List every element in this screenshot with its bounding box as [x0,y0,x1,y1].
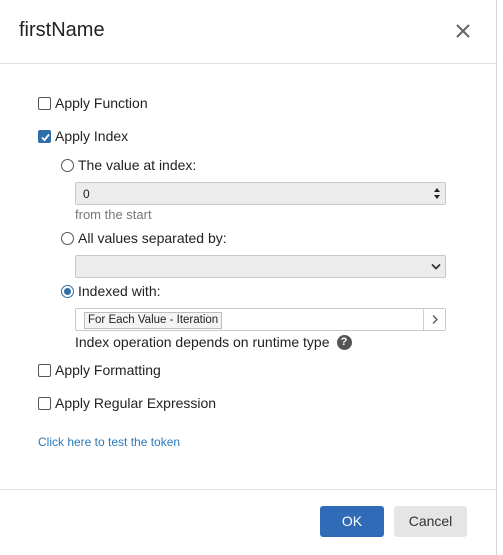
dialog-header: firstName [0,0,497,64]
indexed-with-field[interactable]: For Each Value - Iteration [75,308,446,331]
checkmark-icon [41,133,50,141]
apply-formatting-option[interactable]: Apply Formatting [38,362,161,378]
indexed-with-radio[interactable] [61,284,74,298]
all-values-radio[interactable] [61,231,74,245]
dialog-title: firstName [19,19,105,41]
index-number-value: 0 [83,187,90,201]
separator-select[interactable] [75,255,446,278]
dialog: firstName Apply Function Apply Index The… [0,0,497,555]
chevron-right-icon [432,315,438,324]
index-operation-text: Index operation depends on runtime type [75,334,330,350]
apply-function-option[interactable]: Apply Function [38,95,148,111]
all-values-option[interactable]: All values separated by: [61,230,227,246]
value-at-index-label: The value at index: [78,157,197,173]
close-icon[interactable] [452,20,474,42]
index-number-input[interactable]: 0 [75,182,446,205]
all-values-label: All values separated by: [78,230,227,246]
indexed-with-option[interactable]: Indexed with: [61,283,161,299]
value-at-index-option[interactable]: The value at index: [61,157,196,173]
iteration-tag[interactable]: For Each Value - Iteration [84,312,223,329]
chevron-down-icon [431,263,441,270]
spinner-icon[interactable] [433,185,441,202]
ok-button[interactable]: OK [320,506,384,537]
apply-index-option[interactable]: Apply Index [38,128,128,144]
test-token-link[interactable]: Click here to test the token [38,435,180,449]
apply-formatting-checkbox[interactable] [38,363,51,377]
apply-regex-label: Apply Regular Expression [55,395,217,411]
indexed-with-label: Indexed with: [78,283,161,299]
indexed-with-expand-button[interactable] [423,309,445,330]
apply-function-checkbox[interactable] [38,96,51,110]
apply-regex-option[interactable]: Apply Regular Expression [38,395,216,411]
index-hint: from the start [75,207,152,222]
apply-index-checkbox[interactable] [38,129,51,143]
apply-formatting-label: Apply Formatting [55,362,161,378]
help-icon[interactable]: ? [336,334,352,350]
apply-function-label: Apply Function [55,95,148,111]
apply-regex-checkbox[interactable] [38,396,51,410]
apply-index-label: Apply Index [55,128,129,144]
cancel-button[interactable]: Cancel [394,506,467,537]
dialog-footer: OK Cancel [0,489,497,555]
index-operation-note: Index operation depends on runtime type … [75,334,352,350]
value-at-index-radio[interactable] [61,158,74,172]
